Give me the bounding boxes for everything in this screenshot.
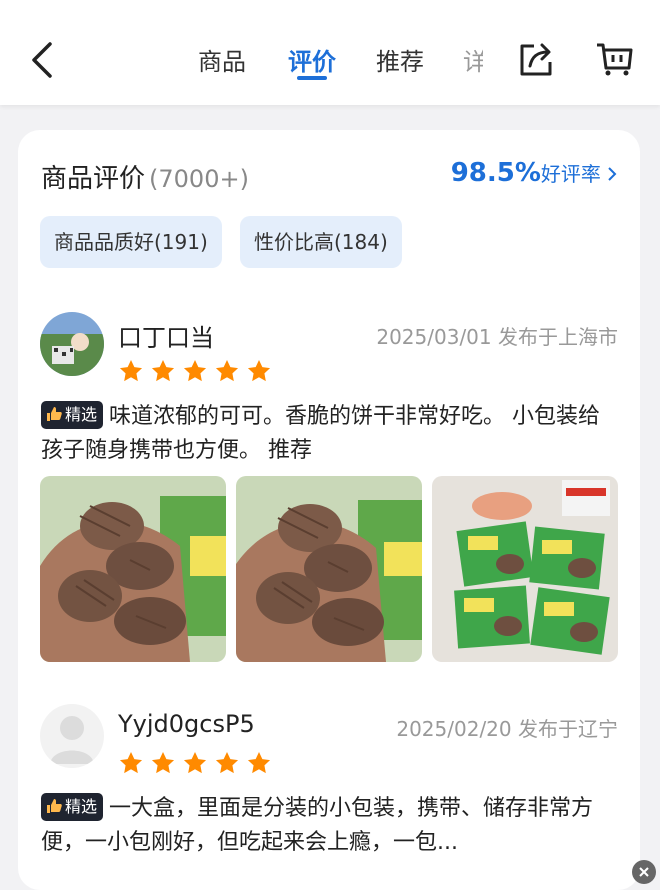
thumbs-up-icon	[47, 407, 62, 421]
review-location: 发布于辽宁	[518, 717, 618, 741]
thumbs-up-icon	[47, 799, 62, 813]
default-avatar-icon	[50, 716, 94, 764]
featured-badge-label: 精选	[65, 797, 98, 816]
chevron-right-icon	[608, 167, 617, 181]
reviews-title: 商品评价 (7000+)	[41, 158, 249, 195]
review-photo[interactable]	[40, 476, 226, 662]
review-date: 2025/03/01	[376, 325, 492, 349]
featured-badge: 精选	[41, 401, 104, 429]
top-navigation-bar: 商品 评价 推荐 详	[0, 0, 660, 105]
tab-reviews[interactable]: 评价	[288, 42, 336, 77]
review-text: 味道浓郁的可可。香脆的饼干非常好吃。 小包装给孩子随身携带也方便。 推荐	[41, 404, 601, 463]
review-photo[interactable]	[432, 476, 618, 662]
star-icon	[183, 751, 207, 774]
star-icon	[151, 359, 175, 382]
tag-chip-value[interactable]: 性价比高(184)	[240, 216, 402, 268]
close-floating-button[interactable]	[632, 860, 656, 884]
review-username[interactable]: Yyjd0gcsP5	[118, 710, 255, 738]
star-rating	[118, 358, 278, 384]
review-text-block[interactable]: 精选 一大盒，里面是分装的小包装，携带、储存非常方便，一小包刚好，但吃起来会上瘾，…	[41, 792, 621, 860]
avatar-image	[40, 312, 104, 376]
reviews-count: (7000+)	[149, 165, 249, 193]
tab-recommend[interactable]: 推荐	[376, 42, 424, 77]
share-icon[interactable]	[516, 40, 556, 78]
featured-badge-label: 精选	[65, 405, 98, 424]
star-icon	[151, 751, 175, 774]
tab-product[interactable]: 商品	[198, 42, 246, 77]
reviews-card: 商品评价 (7000+) 98.5%好评率 商品品质好(191) 性价比高(184…	[18, 130, 640, 890]
positive-rate-value: 98.5%	[450, 158, 541, 188]
cart-icon[interactable]	[594, 40, 634, 78]
star-icon	[247, 751, 271, 774]
active-tab-indicator	[297, 76, 327, 80]
review-date: 2025/02/20	[396, 717, 512, 741]
star-icon	[215, 359, 239, 382]
star-icon	[119, 359, 143, 382]
snack-packs-photo-image	[432, 476, 618, 662]
review-text-block[interactable]: 精选 味道浓郁的可可。香脆的饼干非常好吃。 小包装给孩子随身携带也方便。 推荐	[41, 400, 621, 468]
star-icon	[119, 751, 143, 774]
cookie-photo-image	[40, 476, 226, 662]
tab-details[interactable]: 详	[463, 42, 483, 77]
star-icon	[183, 359, 207, 382]
positive-rate-link[interactable]: 98.5%好评率	[451, 158, 618, 188]
star-icon	[215, 751, 239, 774]
star-icon	[247, 359, 271, 382]
review-meta: 2025/03/01 发布于上海市	[376, 321, 618, 350]
positive-rate-label: 好评率	[540, 162, 601, 186]
star-rating	[118, 750, 278, 776]
review-text: 一大盒，里面是分装的小包装，携带、储存非常方便，一小包刚好，但吃起来会上瘾，一包…	[41, 796, 594, 855]
back-icon[interactable]	[28, 40, 58, 80]
avatar[interactable]	[40, 704, 104, 768]
review-location: 发布于上海市	[498, 325, 618, 349]
reviews-title-text: 商品评价	[41, 164, 146, 194]
featured-badge: 精选	[41, 793, 104, 821]
review-meta: 2025/02/20 发布于辽宁	[396, 713, 618, 742]
cookie-photo-image	[236, 476, 422, 662]
close-icon	[639, 867, 649, 877]
review-username[interactable]: 口丁口当	[118, 318, 214, 353]
review-photo[interactable]	[236, 476, 422, 662]
avatar[interactable]	[40, 312, 104, 376]
tag-chip-quality[interactable]: 商品品质好(191)	[40, 216, 222, 268]
